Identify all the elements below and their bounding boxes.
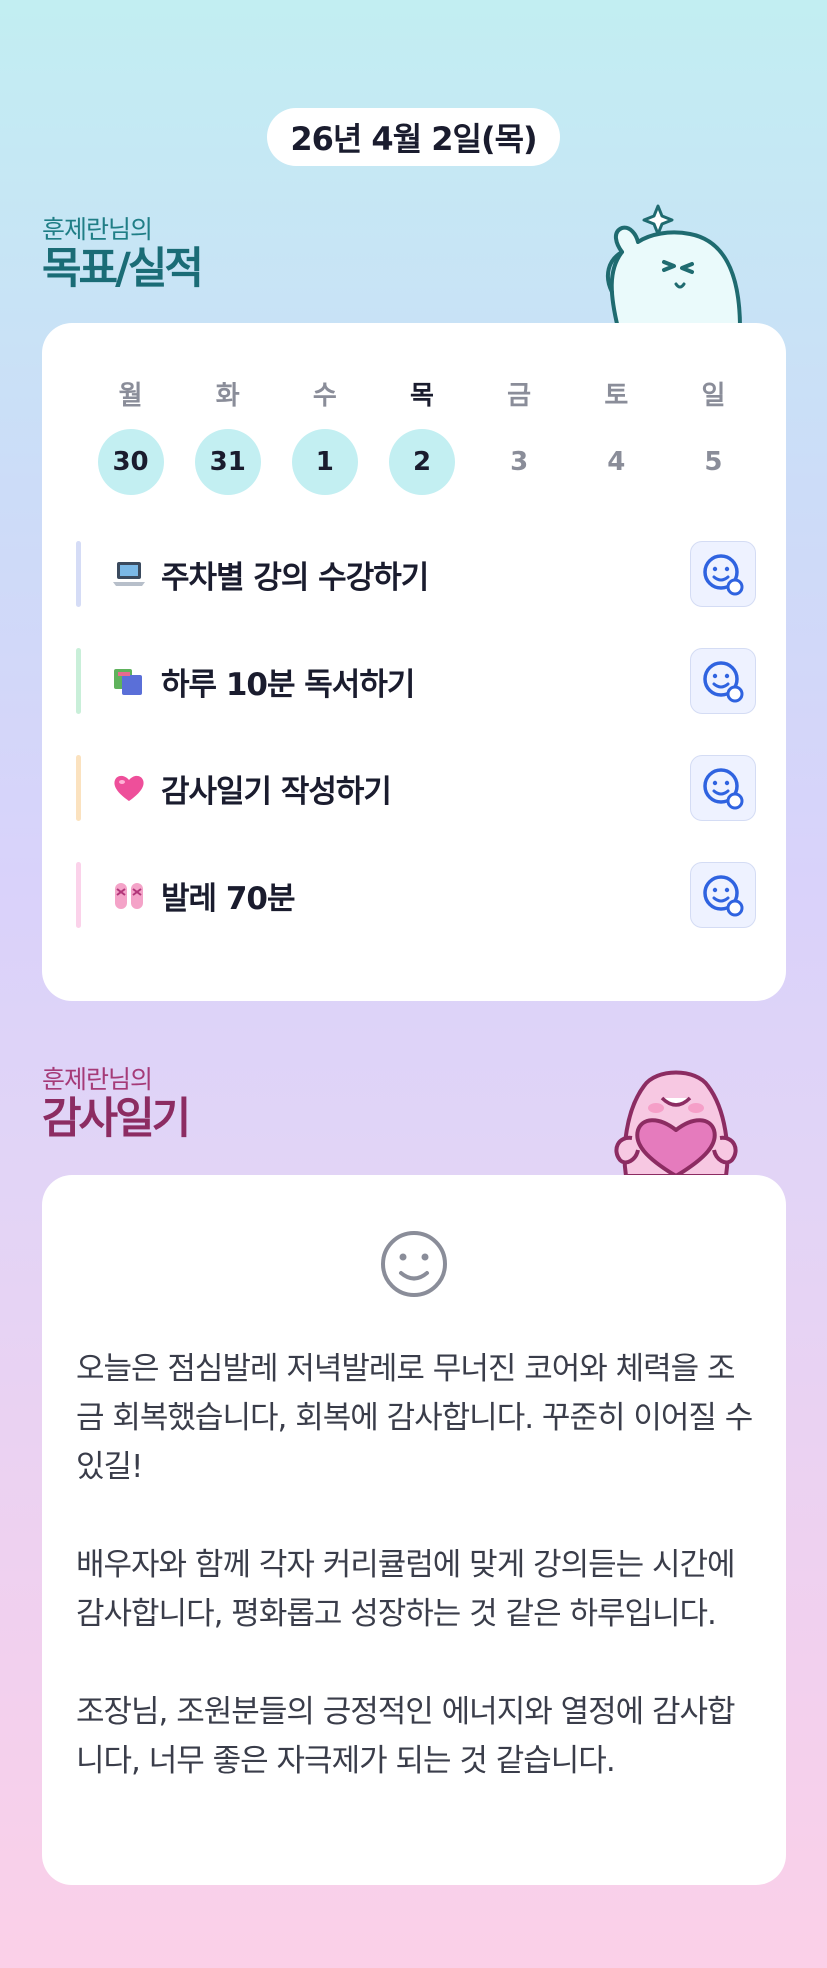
goals-subtitle: 훈제란님의 — [42, 215, 153, 244]
calendar-day[interactable]: 금3 — [471, 375, 568, 495]
date-number: 30 — [97, 429, 164, 495]
goal-check-button[interactable] — [690, 648, 756, 714]
date-number: 4 — [607, 447, 626, 477]
weekday-label: 금 — [507, 381, 532, 411]
diary-paragraph: 조장님, 조원분들의 긍정적인 에너지와 열정에 감사합니다, 너무 좋은 자극… — [76, 1694, 736, 1779]
calendar-day[interactable]: 화 31 — [179, 375, 276, 495]
date-number: 1 — [291, 429, 358, 495]
goal-item-lecture[interactable]: 주차별 강의 수강하기 — [76, 541, 756, 607]
laptop-icon — [111, 556, 147, 592]
diary-card: 오늘은 점심발레 저녁발레로 무너진 코어와 체력을 조금 회복했습니다, 회복… — [42, 1175, 786, 1885]
date-number: 3 — [510, 447, 529, 477]
goal-check-button[interactable] — [690, 862, 756, 928]
goal-item-diary[interactable]: 감사일기 작성하기 — [76, 755, 756, 821]
calendar-day[interactable]: 월 30 — [82, 375, 179, 495]
goal-color-bar — [76, 862, 81, 928]
diary-subtitle: 훈제란님의 — [42, 1065, 153, 1094]
date-number: 5 — [704, 447, 723, 477]
calendar-day[interactable]: 수1 — [276, 375, 373, 495]
goals-section-title: 훈제란님의 목표/실적 — [42, 210, 204, 294]
goals-title: 목표/실적 — [42, 244, 204, 294]
goals-card: 월 30 화 31 수 1 목 2 금 3 토 4 일 5 주차별 강의 수강하기 하루 10분 독서하기… — [42, 323, 786, 1001]
calendar-day[interactable]: 목2 — [373, 375, 470, 495]
smile-check-icon — [703, 661, 744, 703]
smile-check-icon — [703, 768, 744, 810]
weekday-label: 일 — [701, 381, 726, 411]
heart-icon — [111, 770, 147, 806]
goal-label: 하루 10분 독서하기 — [161, 666, 415, 703]
calendar-day[interactable]: 일5 — [665, 375, 762, 495]
ballet-shoes-icon — [111, 877, 147, 913]
weekday-label: 화 — [215, 381, 240, 411]
date-label[interactable]: 26년 4월 2일(목) — [267, 108, 560, 166]
weekday-label: 토 — [604, 381, 629, 411]
goal-item-ballet[interactable]: 발레 70분 — [76, 862, 756, 928]
goal-color-bar — [76, 755, 81, 821]
date-number: 31 — [194, 429, 261, 495]
diary-paragraph: 오늘은 점심발레 저녁발레로 무너진 코어와 체력을 조금 회복했습니다, 회복… — [76, 1351, 753, 1485]
goal-check-button[interactable] — [690, 541, 756, 607]
cheering-character-illustration — [605, 204, 742, 328]
goal-label: 주차별 강의 수강하기 — [161, 559, 429, 596]
goal-color-bar — [76, 541, 81, 607]
smile-check-icon — [703, 554, 744, 596]
goal-item-reading[interactable]: 하루 10분 독서하기 — [76, 648, 756, 714]
goal-label: 발레 70분 — [161, 880, 295, 917]
week-calendar: 월 30 화 31 수 1 목 2 금 3 토 4 일 5 — [82, 375, 762, 495]
weekday-label: 목 — [410, 381, 434, 411]
diary-title: 감사일기 — [42, 1094, 191, 1144]
smile-check-icon — [703, 875, 744, 917]
books-icon — [111, 663, 147, 699]
smile-icon[interactable] — [379, 1229, 449, 1299]
weekday-label: 월 — [118, 381, 143, 411]
diary-section-title: 훈제란님의 감사일기 — [42, 1060, 191, 1144]
goal-check-button[interactable] — [690, 755, 756, 821]
diary-text[interactable]: 오늘은 점심발레 저녁발레로 무너진 코어와 체력을 조금 회복했습니다, 회복… — [76, 1345, 756, 1786]
date-number: 2 — [388, 429, 455, 495]
heart-hugging-character-illustration — [614, 1070, 738, 1176]
goal-label: 감사일기 작성하기 — [161, 773, 392, 810]
diary-paragraph: 배우자와 함께 각자 커리큘럼에 맞게 강의듣는 시간에 감사합니다, 평화롭고… — [76, 1547, 736, 1632]
weekday-label: 수 — [312, 381, 337, 411]
calendar-day[interactable]: 토4 — [568, 375, 665, 495]
goal-color-bar — [76, 648, 81, 714]
